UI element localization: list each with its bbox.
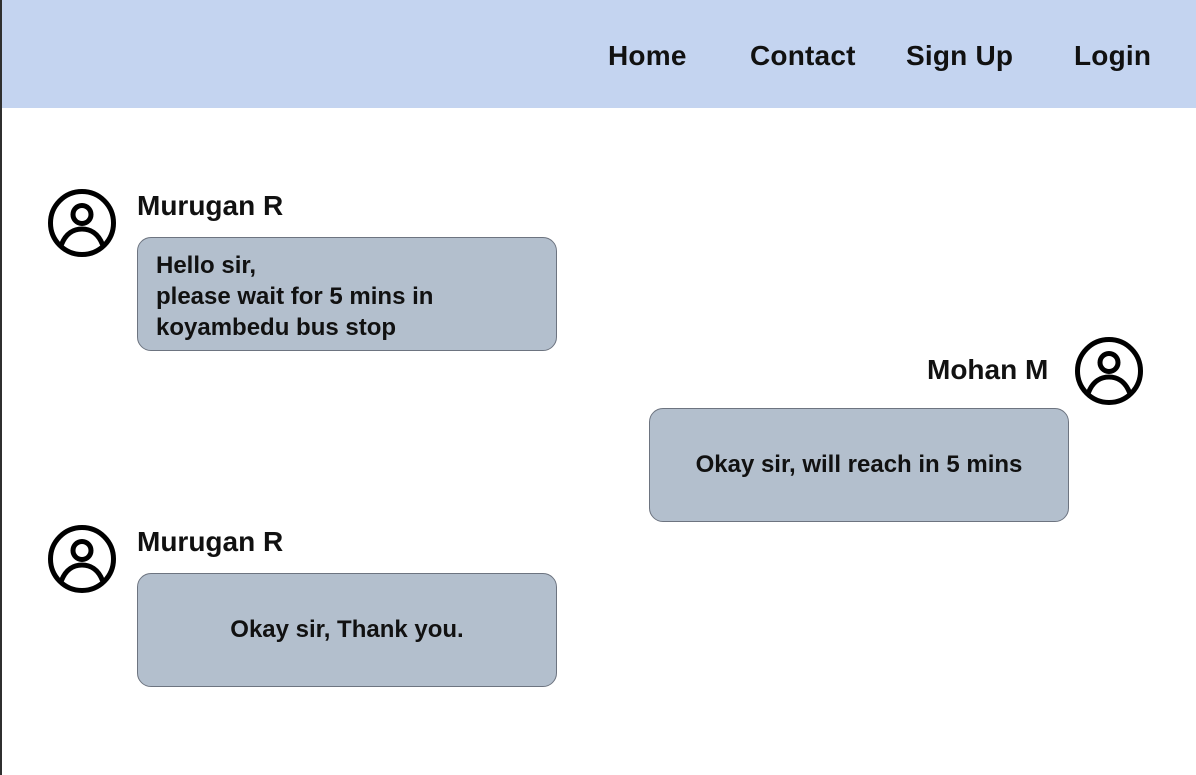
top-navbar: Home Contact Sign Up Login <box>2 0 1196 108</box>
message-text: Okay sir, will reach in 5 mins <box>695 451 1023 478</box>
nav-contact-link[interactable]: Contact <box>750 40 856 72</box>
message-text: Hello sir, please wait for 5 mins in koy… <box>156 252 434 341</box>
message-bubble: Hello sir, please wait for 5 mins in koy… <box>137 237 557 351</box>
sender-name: Murugan R <box>137 190 284 221</box>
nav-login-link[interactable]: Login <box>1074 40 1151 72</box>
message-bubble: Okay sir, Thank you. <box>137 573 557 687</box>
left-border <box>0 0 2 775</box>
message-text: Okay sir, Thank you. <box>230 616 464 643</box>
user-avatar-icon <box>1075 337 1143 405</box>
nav-home-link[interactable]: Home <box>608 40 687 72</box>
user-avatar-icon <box>48 525 116 593</box>
message-bubble: Okay sir, will reach in 5 mins <box>649 408 1069 522</box>
user-avatar-icon <box>48 189 116 257</box>
sender-name: Murugan R <box>137 526 284 557</box>
nav-signup-link[interactable]: Sign Up <box>906 40 1013 72</box>
sender-name: Mohan M <box>927 354 1049 385</box>
